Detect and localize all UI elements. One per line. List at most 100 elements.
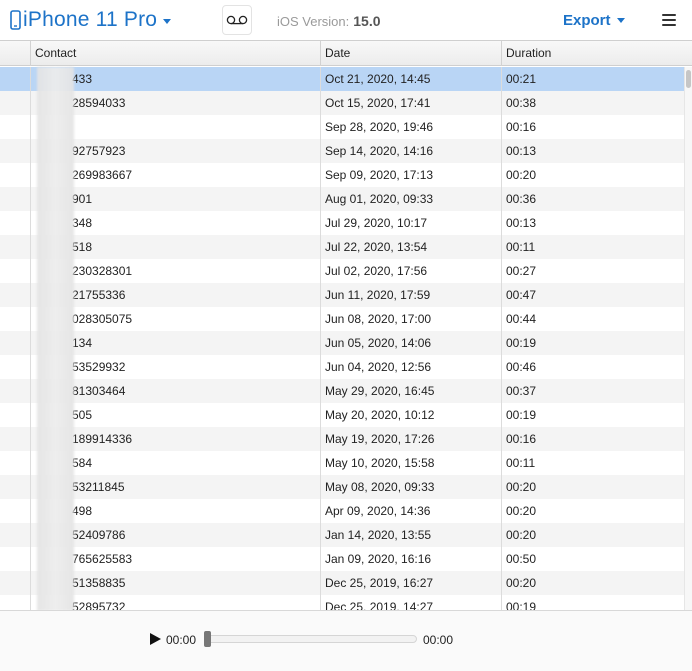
column-header-contact[interactable]: Contact [31,41,321,66]
duration-cell: 00:20 [506,576,537,590]
date-cell: Sep 09, 2020, 17:13 [321,163,502,187]
seek-track[interactable] [205,635,417,643]
table-row[interactable]: 92757923 Sep 14, 2020, 14:16 00:13 [0,139,684,163]
duration-cell: 00:36 [506,192,537,206]
contact-cell [31,115,321,139]
date-cell: Dec 25, 2019, 16:27 [321,571,502,595]
table-row[interactable]: 230328301 Jul 02, 2020, 17:56 00:27 [0,259,684,283]
table-row[interactable]: 584 May 10, 2020, 15:58 00:11 [0,451,684,475]
row-index-cell [0,451,31,475]
table-row[interactable]: 498 Apr 09, 2020, 14:36 00:20 [0,499,684,523]
contact-cell: 498 [31,499,321,523]
duration-cell: 00:13 [506,144,537,158]
row-index-cell [0,115,31,139]
duration-cell: 00:37 [506,384,537,398]
contact-cell: 51358835 [31,571,321,595]
chevron-down-icon [163,18,172,24]
row-index-cell [0,259,31,283]
menu-bar-line [662,14,676,16]
contact-cell: 53211845 [31,475,321,499]
table-row[interactable]: Sep 28, 2020, 19:46 00:16 [0,115,684,139]
contact-cell: 584 [31,451,321,475]
voicemail-table: Contact Date Duration 433 Oct 21, 2020, 1… [0,40,692,610]
row-index-cell [0,163,31,187]
duration-cell: 00:16 [506,432,537,446]
column-header-date[interactable]: Date [321,41,502,66]
table-row[interactable]: 505 May 20, 2020, 10:12 00:19 [0,403,684,427]
device-selector[interactable]: iPhone 11 Pro [10,6,172,34]
duration-cell: 00:13 [506,216,537,230]
table-row[interactable]: 028305075 Jun 08, 2020, 17:00 00:44 [0,307,684,331]
table-row[interactable]: 269983667 Sep 09, 2020, 17:13 00:20 [0,163,684,187]
table-row[interactable]: 28594033 Oct 15, 2020, 17:41 00:38 [0,91,684,115]
row-index-cell [0,67,31,91]
table-row[interactable]: 433 Oct 21, 2020, 14:45 00:21 [0,67,684,91]
contact-cell: 189914336 [31,427,321,451]
contact-cell: 81303464 [31,379,321,403]
contact-cell: 518 [31,235,321,259]
phone-icon [10,10,21,30]
voicemail-button[interactable] [222,5,252,35]
table-row[interactable]: 901 Aug 01, 2020, 09:33 00:36 [0,187,684,211]
table-row[interactable]: 21755336 Jun 11, 2020, 17:59 00:47 [0,283,684,307]
duration-cell: 00:27 [506,264,537,278]
date-cell: Aug 01, 2020, 09:33 [321,187,502,211]
ios-version-value: 15.0 [353,13,381,29]
vertical-scrollbar[interactable] [684,67,692,610]
row-index-cell [0,379,31,403]
contact-cell: 230328301 [31,259,321,283]
contact-cell: 505 [31,403,321,427]
table-row[interactable]: 81303464 May 29, 2020, 16:45 00:37 [0,379,684,403]
row-index-cell [0,403,31,427]
column-header-duration[interactable]: Duration [502,41,683,66]
table-row[interactable]: 189914336 May 19, 2020, 17:26 00:16 [0,427,684,451]
row-index-cell [0,355,31,379]
duration-cell: 00:47 [506,288,537,302]
duration-cell: 00:11 [506,240,536,254]
hamburger-menu-icon[interactable] [662,14,676,26]
date-cell: Jul 22, 2020, 13:54 [321,235,502,259]
table-row[interactable]: 134 Jun 05, 2020, 14:06 00:19 [0,331,684,355]
table-row[interactable]: 53211845 May 08, 2020, 09:33 00:20 [0,475,684,499]
voicemail-app: iPhone 11 Pro iOS Version: 15.0 Export C… [0,0,692,671]
duration-cell: 00:19 [506,600,537,610]
table-row[interactable]: 348 Jul 29, 2020, 10:17 00:13 [0,211,684,235]
duration-cell: 00:21 [506,72,537,86]
play-icon[interactable] [150,633,161,645]
export-button[interactable]: Export [563,12,625,29]
row-index-cell [0,331,31,355]
date-cell: Jun 08, 2020, 17:00 [321,307,502,331]
seek-handle[interactable] [204,631,211,647]
column-header-index[interactable] [0,41,31,66]
contact-cell: 134 [31,331,321,355]
duration-cell: 00:44 [506,312,537,326]
table-row[interactable]: 52409786 Jan 14, 2020, 13:55 00:20 [0,523,684,547]
menu-bar-line [662,19,676,21]
table-row[interactable]: 52895732 Dec 25, 2019, 14:27 00:19 [0,595,684,610]
row-index-cell [0,475,31,499]
duration-cell: 00:46 [506,360,537,374]
duration-cell: 00:16 [506,120,537,134]
row-index-cell [0,547,31,571]
date-cell: Sep 28, 2020, 19:46 [321,115,502,139]
contact-cell: 269983667 [31,163,321,187]
contact-cell: 433 [31,67,321,91]
total-time: 00:00 [423,633,454,647]
duration-cell: 00:20 [506,480,537,494]
duration-cell: 00:11 [506,456,536,470]
date-cell: May 20, 2020, 10:12 [321,403,502,427]
table-row[interactable]: 51358835 Dec 25, 2019, 16:27 00:20 [0,571,684,595]
contact-cell: 348 [31,211,321,235]
date-cell: May 08, 2020, 09:33 [321,475,502,499]
date-cell: Apr 09, 2020, 14:36 [321,499,502,523]
table-row[interactable]: 518 Jul 22, 2020, 13:54 00:11 [0,235,684,259]
contact-cell: 901 [31,187,321,211]
ios-version: iOS Version: 15.0 [277,13,381,29]
row-index-cell [0,235,31,259]
table-row[interactable]: 53529932 Jun 04, 2020, 12:56 00:46 [0,355,684,379]
table-row[interactable]: 765625583 Jan 09, 2020, 16:16 00:50 [0,547,684,571]
scrollbar-thumb[interactable] [686,70,691,88]
audio-player: 00:00 00:00 [0,610,692,671]
device-name: iPhone 11 Pro [23,8,158,31]
duration-cell: 00:20 [506,504,537,518]
